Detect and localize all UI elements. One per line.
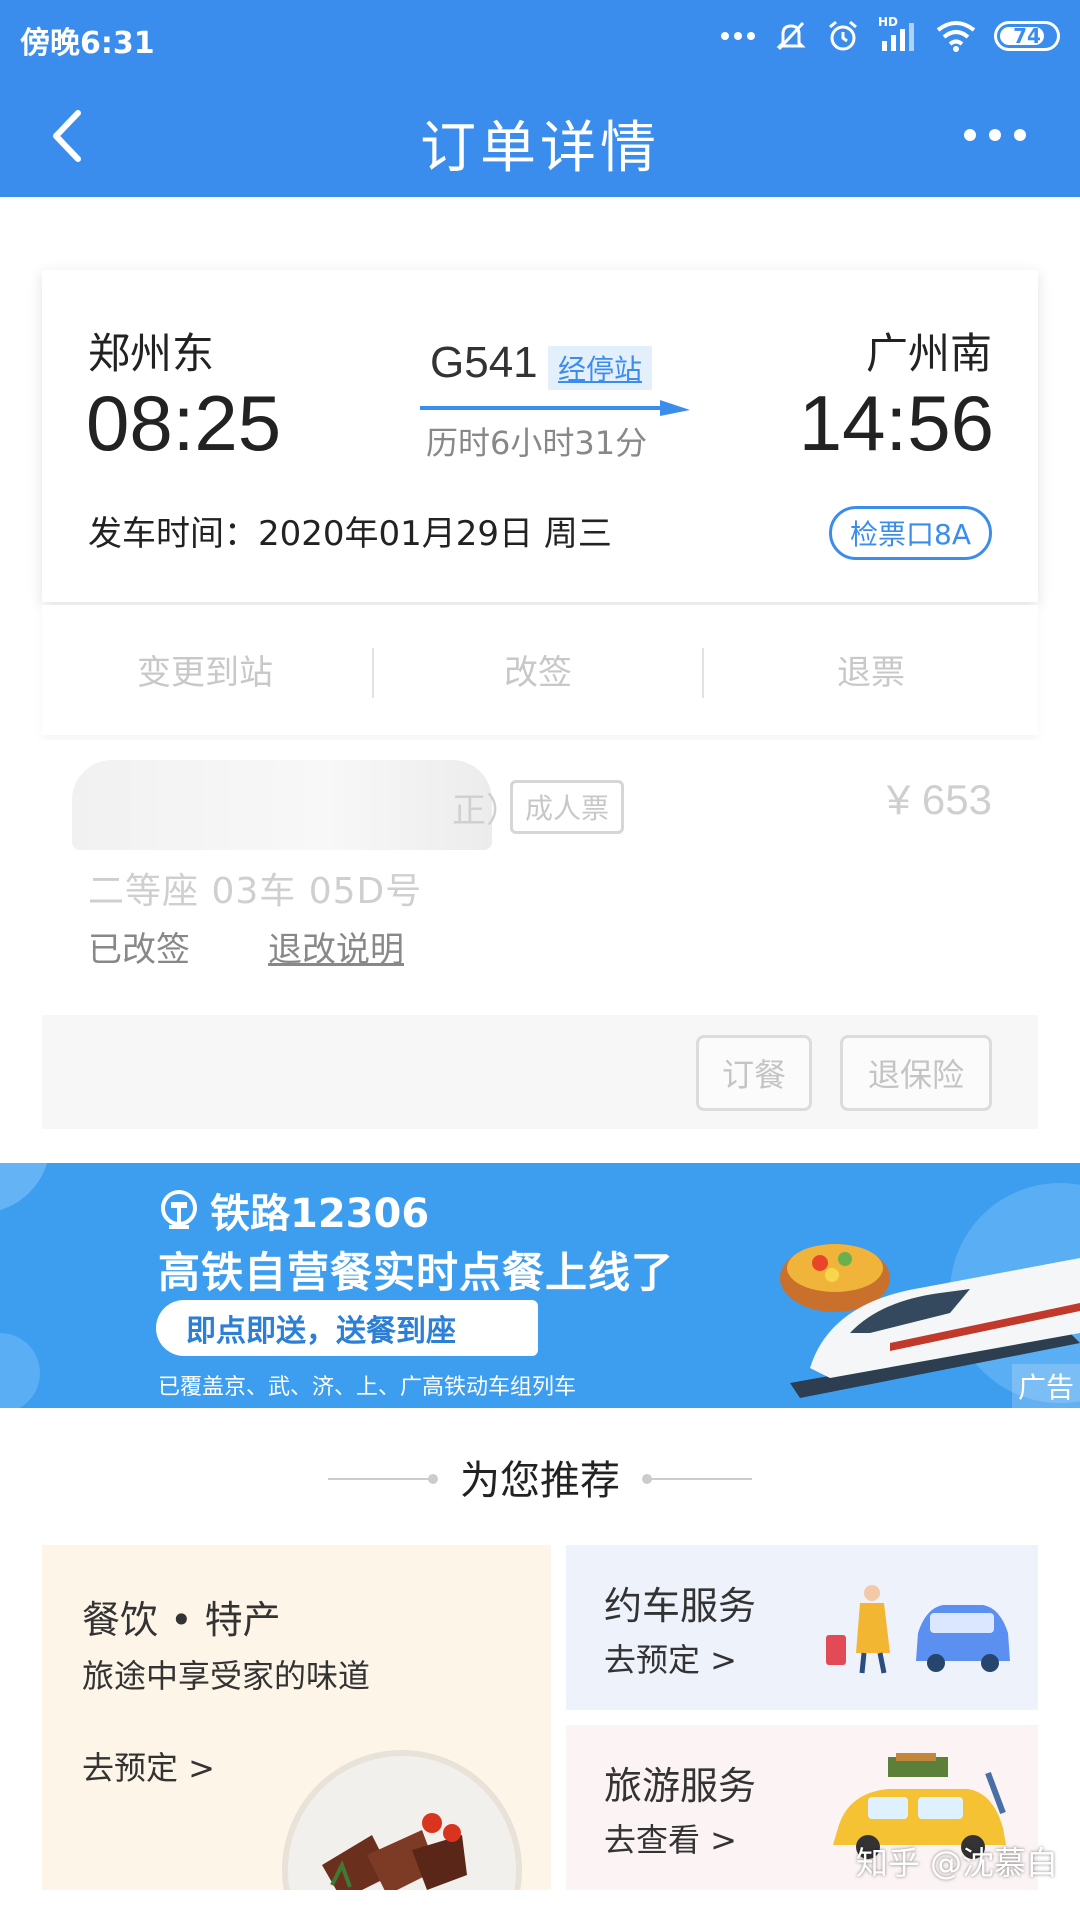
departure-station: 郑州东 <box>88 329 215 378</box>
departure-date-label: 发车时间： <box>88 514 258 554</box>
car-title: 约车服务 <box>604 1584 757 1628</box>
ticket-card: 郑州东 08:25 G541 经停站 历时6小时31分 广州南 14:56 发车… <box>42 270 1038 602</box>
route-arrow-icon <box>420 400 690 416</box>
banner-brand-name: 铁路12306 <box>210 1191 430 1237</box>
recommend-title: 为您推荐 <box>460 1458 620 1504</box>
order-meal-button[interactable]: 订餐 <box>696 1035 812 1111</box>
car-booking-icon <box>826 1585 1010 1674</box>
banner-decor <box>0 1333 40 1408</box>
more-status-icon <box>721 32 755 40</box>
refund-button[interactable]: 退票 <box>837 645 905 694</box>
trip-duration: 历时6小时31分 <box>426 424 648 462</box>
signal-icon <box>882 23 914 51</box>
alarm-icon <box>829 20 857 51</box>
car-service-tile[interactable]: 约车服务 去预定 > <box>566 1545 1038 1710</box>
redacted-passenger-name <box>72 760 492 850</box>
arrival-station: 广州南 <box>865 329 992 378</box>
divider <box>372 648 374 698</box>
seat-info: 二等座 03车 05D号 <box>88 871 423 912</box>
passenger-actions: 订餐 退保险 <box>42 1015 1038 1129</box>
ticket-price: ¥ 653 <box>886 776 992 823</box>
refund-insurance-button[interactable]: 退保险 <box>840 1035 992 1111</box>
ad-banner[interactable]: 铁路12306 高铁自营餐实时点餐上线了 即点即送，送餐到座 已覆盖京、武、济、… <box>0 1163 1080 1408</box>
top-bar: 傍晚6:31 HD 74 订单详情 <box>0 0 1080 197</box>
car-cta[interactable]: 去预定 > <box>604 1635 737 1681</box>
ad-tag: 广告 <box>1011 1364 1080 1408</box>
divider <box>702 648 704 698</box>
status-bar: 傍晚6:31 HD 74 <box>0 0 1080 75</box>
ticket-status: 已改签 <box>88 930 190 970</box>
wifi-icon <box>936 21 976 52</box>
banner-pill: 即点即送，送餐到座 <box>156 1300 538 1356</box>
mute-icon <box>776 21 806 51</box>
rebook-button[interactable]: 改签 <box>504 645 572 694</box>
departure-time: 08:25 <box>86 379 282 467</box>
departure-date: 发车时间：2020年01月29日 周三 <box>88 506 612 555</box>
food-title: 餐饮 • 特产 <box>82 1598 281 1642</box>
divider <box>648 1478 752 1480</box>
train-number: G541 <box>430 338 538 387</box>
banner-coverage: 已覆盖京、武、济、上、广高铁动车组列车 <box>158 1375 577 1400</box>
steak-icon <box>322 1813 467 1890</box>
watermark: 知乎 @沈慕白 <box>855 1844 1058 1882</box>
more-icon[interactable] <box>960 115 1030 155</box>
refund-rules-link[interactable]: 退改说明 <box>268 922 404 971</box>
railway-logo-icon <box>161 1190 197 1229</box>
order-actions: 变更到站 改签 退票 <box>42 605 1038 735</box>
banner-brand: 铁路12306 <box>158 1181 429 1239</box>
status-time: 傍晚6:31 <box>20 26 155 61</box>
departure-date-value: 2020年01月29日 周三 <box>258 514 612 554</box>
tour-title: 旅游服务 <box>604 1764 757 1808</box>
ticket-type-badge: 成人票 <box>510 780 625 834</box>
battery-level: 74 <box>1013 24 1041 48</box>
food-cta[interactable]: 去预定 > <box>82 1743 215 1789</box>
tour-cta[interactable]: 去查看 > <box>604 1815 737 1861</box>
header: 订单详情 <box>0 75 1080 197</box>
signal-group: HD <box>878 15 918 53</box>
food-service-tile[interactable]: 餐饮 • 特产 旅途中享受家的味道 去预定 > <box>42 1545 551 1890</box>
page-title: 订单详情 <box>420 116 660 181</box>
stops-link[interactable]: 经停站 <box>548 346 653 390</box>
arrival-time: 14:56 <box>798 379 994 467</box>
banner-decor <box>0 1163 50 1213</box>
food-subtitle: 旅途中享受家的味道 <box>82 1657 371 1695</box>
gate-badge: 检票口8A <box>829 506 992 560</box>
passenger-section: 正） 成人票 ¥ 653 二等座 03车 05D号 已改签 退改说明 <box>42 740 1038 1012</box>
banner-headline: 高铁自营餐实时点餐上线了 <box>158 1248 675 1297</box>
battery-icon: 74 <box>994 21 1060 51</box>
change-destination-button[interactable]: 变更到站 <box>137 645 273 694</box>
status-icons: HD 74 <box>720 15 1060 56</box>
